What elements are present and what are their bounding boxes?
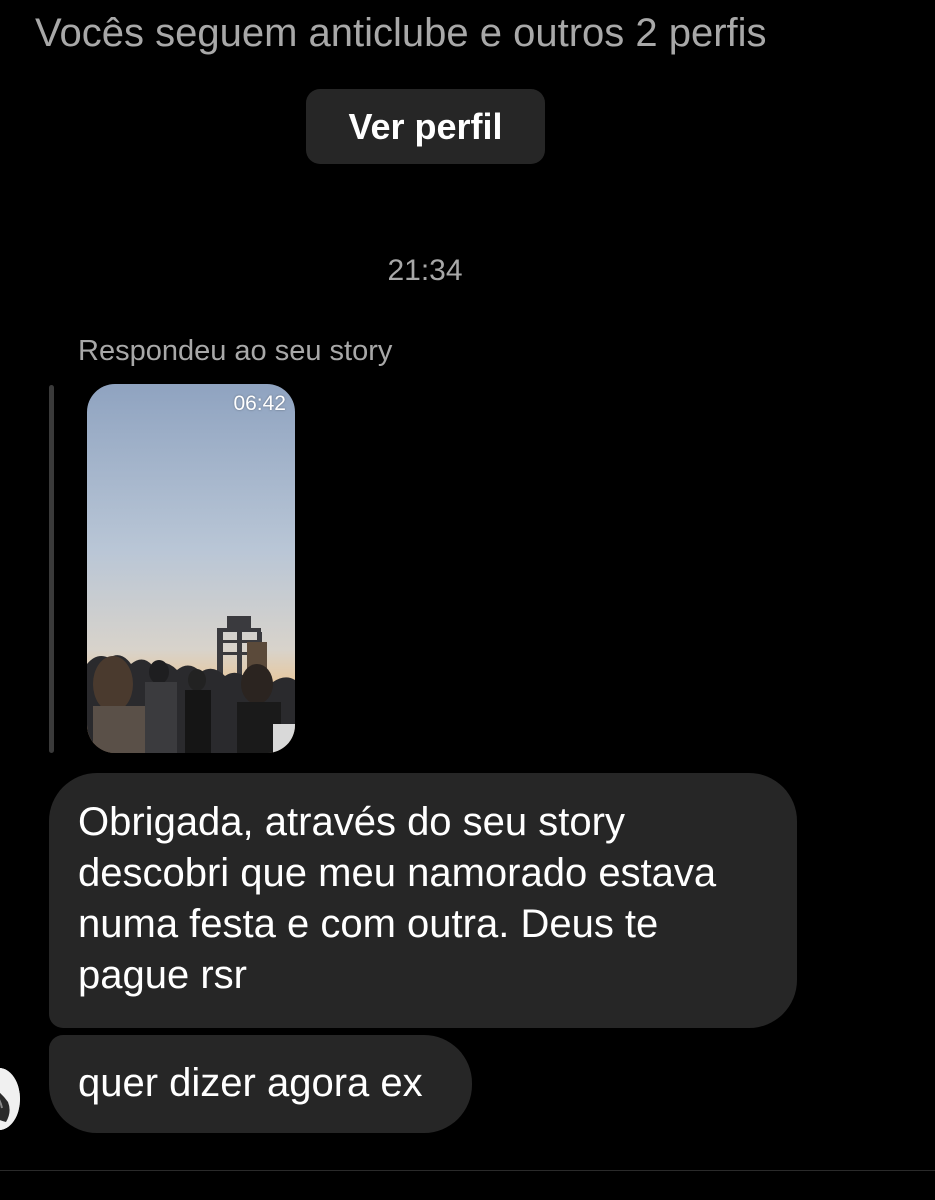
mutual-followers-text: Vocês seguem anticlube e outros 2 perfis bbox=[35, 11, 767, 55]
avatar[interactable] bbox=[0, 1068, 20, 1130]
message-bubble[interactable]: Obrigada, através do seu story descobri … bbox=[49, 773, 797, 1028]
story-time-label: 06:42 bbox=[233, 392, 286, 415]
avatar-image bbox=[0, 1068, 20, 1130]
divider bbox=[0, 1170, 935, 1171]
message-bubble[interactable]: quer dizer agora ex bbox=[49, 1035, 472, 1133]
reply-indicator-bar bbox=[49, 385, 54, 753]
message-timestamp: 21:34 bbox=[387, 254, 463, 287]
story-reply-caption: Respondeu ao seu story bbox=[78, 335, 393, 367]
view-profile-button[interactable]: Ver perfil bbox=[306, 89, 545, 164]
story-image bbox=[87, 384, 295, 753]
story-thumbnail[interactable]: 06:42 bbox=[87, 384, 295, 753]
